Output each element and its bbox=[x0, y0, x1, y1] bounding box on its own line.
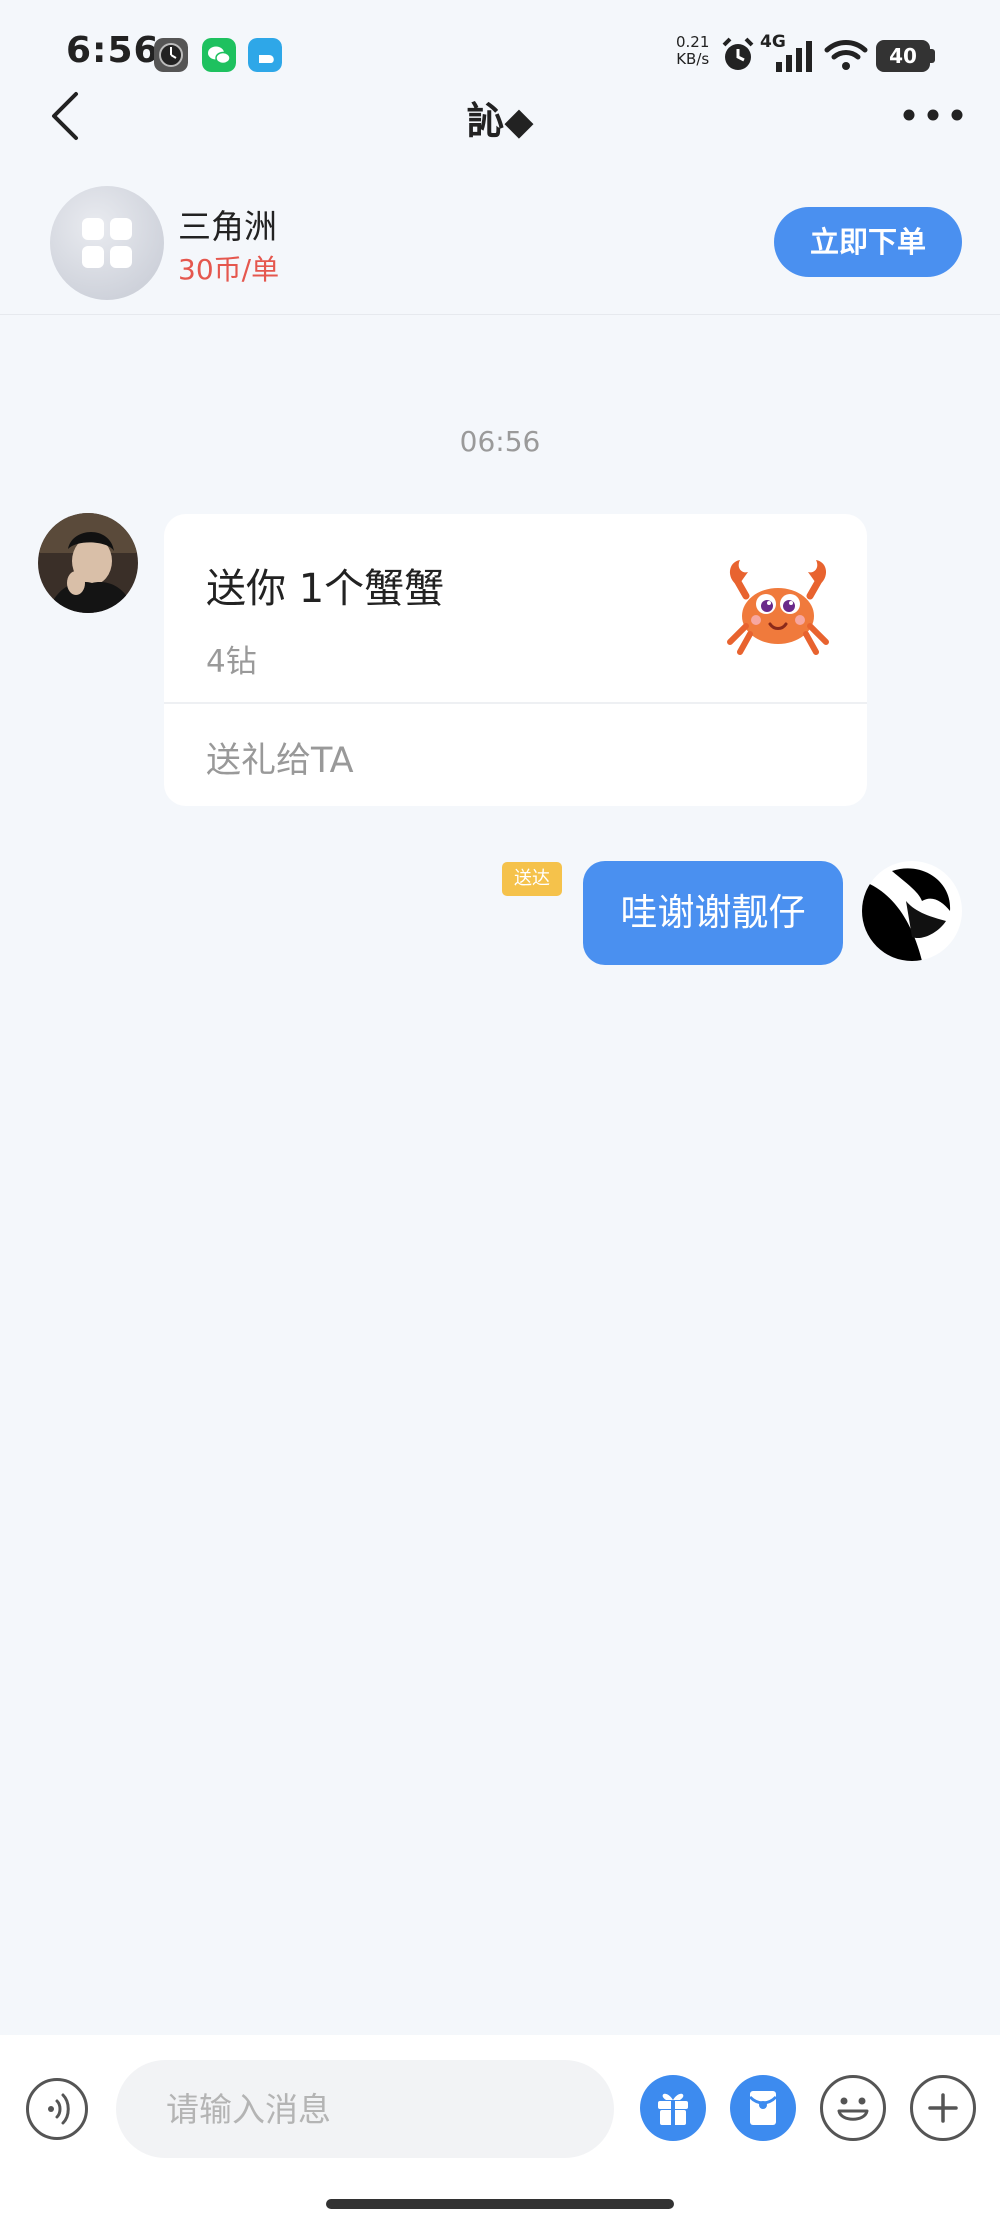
gift-card-divider bbox=[164, 702, 867, 704]
delivered-status-badge: 送达 bbox=[502, 862, 562, 896]
battery-icon: 40 bbox=[876, 40, 930, 72]
app-icon bbox=[248, 38, 282, 72]
header-divider bbox=[0, 314, 1000, 315]
emoji-button[interactable] bbox=[820, 2075, 886, 2141]
emoji-icon bbox=[837, 2097, 869, 2121]
more-actions-button[interactable] bbox=[910, 2075, 976, 2141]
status-time: 6:56 bbox=[66, 30, 160, 71]
signal-icon bbox=[776, 41, 812, 72]
message-input[interactable] bbox=[116, 2060, 614, 2158]
gift-message-card[interactable]: 送你 1个蟹蟹 4钻 送礼给TA bbox=[164, 514, 867, 806]
contact-avatar[interactable] bbox=[38, 513, 138, 613]
contact-avatar-image bbox=[38, 513, 138, 613]
service-price: 30币/单 bbox=[178, 253, 280, 286]
send-gift-link[interactable]: 送礼给TA bbox=[206, 732, 354, 783]
alarm-icon bbox=[722, 37, 754, 70]
outgoing-message-bubble[interactable]: 哇谢谢靓仔 bbox=[583, 861, 843, 965]
network-speed-value: 0.21 bbox=[676, 33, 710, 51]
order-now-button[interactable]: 立即下单 bbox=[774, 207, 962, 277]
service-avatar[interactable] bbox=[50, 186, 164, 300]
network-speed-unit: KB/s bbox=[676, 50, 710, 68]
gift-title: 送你 1个蟹蟹 bbox=[206, 566, 445, 612]
chat-title: 訫◆ bbox=[466, 99, 534, 143]
home-indicator bbox=[326, 2199, 674, 2209]
my-avatar[interactable] bbox=[862, 861, 962, 961]
plus-icon bbox=[928, 2093, 958, 2123]
red-packet-icon bbox=[748, 2091, 778, 2125]
gift-icon bbox=[658, 2093, 688, 2125]
wechat-icon bbox=[202, 38, 236, 72]
grid-apps-icon bbox=[82, 218, 132, 268]
network-speed: 0.21 KB/s bbox=[676, 34, 709, 68]
crab-icon bbox=[727, 560, 829, 655]
chat-timestamp: 06:56 bbox=[459, 425, 541, 458]
wifi-icon bbox=[824, 40, 868, 70]
gift-button[interactable] bbox=[640, 2075, 706, 2141]
voice-icon bbox=[48, 2093, 70, 2125]
red-packet-button[interactable] bbox=[730, 2075, 796, 2141]
service-name: 三角洲 bbox=[178, 207, 277, 246]
clock-app-icon bbox=[154, 38, 188, 72]
voice-button[interactable] bbox=[26, 2078, 88, 2140]
more-options-button[interactable] bbox=[900, 100, 966, 130]
battery-tip bbox=[930, 49, 935, 63]
gift-price: 4钻 bbox=[206, 644, 257, 680]
my-avatar-image bbox=[862, 861, 962, 961]
